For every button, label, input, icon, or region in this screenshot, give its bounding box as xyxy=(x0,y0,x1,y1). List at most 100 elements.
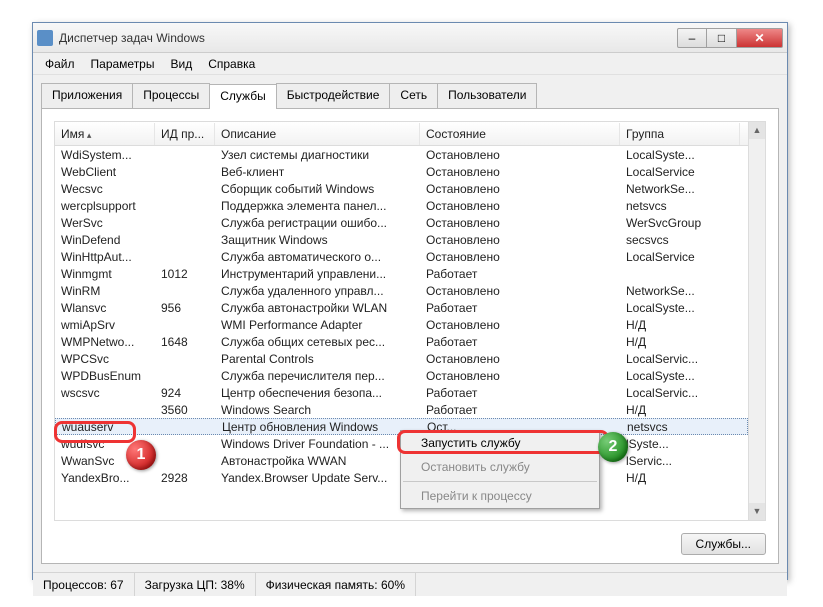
cell-state: Остановлено xyxy=(420,318,620,332)
context-goto-process[interactable]: Перейти к процессу xyxy=(401,484,599,508)
cell-pid: 1648 xyxy=(155,335,215,349)
table-row[interactable]: WinDefendЗащитник WindowsОстановленоsecs… xyxy=(55,231,748,248)
cell-group: netsvcs xyxy=(620,199,740,213)
cell-name: Wlansvc xyxy=(55,301,155,315)
tab-processes[interactable]: Процессы xyxy=(132,83,210,108)
tab-users[interactable]: Пользователи xyxy=(437,83,537,108)
cell-group: lSyste... xyxy=(620,437,740,451)
tab-network[interactable]: Сеть xyxy=(389,83,438,108)
cell-desc: Центр обеспечения безопа... xyxy=(215,386,420,400)
cell-state: Остановлено xyxy=(420,165,620,179)
cell-pid: 2928 xyxy=(155,471,215,485)
cell-state: Остановлено xyxy=(420,250,620,264)
statusbar: Процессов: 67 Загрузка ЦП: 38% Физическа… xyxy=(33,572,787,596)
cell-desc: Центр обновления Windows xyxy=(216,420,421,434)
cell-name: WinRM xyxy=(55,284,155,298)
menubar: Файл Параметры Вид Справка xyxy=(33,53,787,75)
cell-desc: Служба перечислителя пер... xyxy=(215,369,420,383)
status-cpu: Загрузка ЦП: 38% xyxy=(135,573,256,596)
status-processes: Процессов: 67 xyxy=(33,573,135,596)
context-start-service[interactable]: Запустить службу xyxy=(401,431,599,455)
table-row[interactable]: 3560Windows SearchРаботаетН/Д xyxy=(55,401,748,418)
context-stop-service[interactable]: Остановить службу xyxy=(401,455,599,479)
app-icon xyxy=(37,30,53,46)
table-row[interactable]: WdiSystem...Узел системы диагностикиОста… xyxy=(55,146,748,163)
table-row[interactable]: WMPNetwo...1648Служба общих сетевых рес.… xyxy=(55,333,748,350)
cell-desc: Автонастройка WWAN xyxy=(215,454,420,468)
cell-state: Работает xyxy=(420,335,620,349)
cell-group: LocalService xyxy=(620,250,740,264)
table-row[interactable]: Winmgmt1012Инструментарий управлени...Ра… xyxy=(55,265,748,282)
scroll-down-icon[interactable]: ▼ xyxy=(749,503,765,520)
cell-pid: 3560 xyxy=(155,403,215,417)
cell-desc: Служба автонастройки WLAN xyxy=(215,301,420,315)
cell-desc: Служба регистрации ошибо... xyxy=(215,216,420,230)
cell-state: Остановлено xyxy=(420,352,620,366)
cell-group: LocalSyste... xyxy=(620,301,740,315)
cell-desc: Поддержка элемента панел... xyxy=(215,199,420,213)
cell-pid: 924 xyxy=(155,386,215,400)
window-title: Диспетчер задач Windows xyxy=(59,31,677,45)
menu-options[interactable]: Параметры xyxy=(83,55,163,73)
titlebar[interactable]: Диспетчер задач Windows – □ ✕ xyxy=(33,23,787,53)
services-button[interactable]: Службы... xyxy=(681,533,766,555)
table-row[interactable]: WebClientВеб-клиентОстановленоLocalServi… xyxy=(55,163,748,180)
table-row[interactable]: wmiApSrvWMI Performance AdapterОстановле… xyxy=(55,316,748,333)
col-header-state[interactable]: Состояние xyxy=(420,123,620,145)
cell-desc: Служба удаленного управл... xyxy=(215,284,420,298)
cell-name: WdiSystem... xyxy=(55,148,155,162)
annotation-badge-2: 2 xyxy=(598,432,628,462)
cell-state: Остановлено xyxy=(420,148,620,162)
table-row[interactable]: WecsvcСборщик событий WindowsОстановлено… xyxy=(55,180,748,197)
cell-state: Работает xyxy=(420,386,620,400)
cell-group: LocalServic... xyxy=(620,352,740,366)
scroll-up-icon[interactable]: ▲ xyxy=(749,122,765,139)
cell-group: netsvcs xyxy=(621,420,741,434)
table-row[interactable]: wscsvc924Центр обеспечения безопа...Рабо… xyxy=(55,384,748,401)
cell-state: Работает xyxy=(420,301,620,315)
tab-applications[interactable]: Приложения xyxy=(41,83,133,108)
table-row[interactable]: WPCSvcParental ControlsОстановленоLocalS… xyxy=(55,350,748,367)
cell-name: WPCSvc xyxy=(55,352,155,366)
table-row[interactable]: wercplsupportПоддержка элемента панел...… xyxy=(55,197,748,214)
cell-group: Н/Д xyxy=(620,335,740,349)
minimize-button[interactable]: – xyxy=(677,28,707,48)
cell-desc: Инструментарий управлени... xyxy=(215,267,420,281)
col-header-description[interactable]: Описание xyxy=(215,123,420,145)
cell-state: Остановлено xyxy=(420,199,620,213)
table-row[interactable]: WPDBusEnumСлужба перечислителя пер...Ост… xyxy=(55,367,748,384)
cell-group: LocalSyste... xyxy=(620,148,740,162)
table-row[interactable]: WinHttpAut...Служба автоматического о...… xyxy=(55,248,748,265)
tab-performance[interactable]: Быстродействие xyxy=(276,83,391,108)
cell-name: YandexBro... xyxy=(55,471,155,485)
table-row[interactable]: WinRMСлужба удаленного управл...Остановл… xyxy=(55,282,748,299)
col-header-group[interactable]: Группа xyxy=(620,123,740,145)
cell-group: WerSvcGroup xyxy=(620,216,740,230)
menu-file[interactable]: Файл xyxy=(37,55,83,73)
cell-name: Winmgmt xyxy=(55,267,155,281)
cell-desc: Сборщик событий Windows xyxy=(215,182,420,196)
cell-group: Н/Д xyxy=(620,318,740,332)
tab-services[interactable]: Службы xyxy=(209,84,276,109)
cell-state: Остановлено xyxy=(420,233,620,247)
vertical-scrollbar[interactable]: ▲ ▼ xyxy=(748,122,765,520)
cell-name: Wecsvc xyxy=(55,182,155,196)
close-button[interactable]: ✕ xyxy=(737,28,783,48)
cell-desc: Защитник Windows xyxy=(215,233,420,247)
cell-state: Работает xyxy=(420,403,620,417)
cell-group: NetworkSe... xyxy=(620,182,740,196)
table-row[interactable]: Wlansvc956Служба автонастройки WLANРабот… xyxy=(55,299,748,316)
cell-name: wuauserv xyxy=(56,420,156,434)
cell-state: Работает xyxy=(420,267,620,281)
col-header-name[interactable]: Имя xyxy=(55,123,155,145)
menu-view[interactable]: Вид xyxy=(162,55,200,73)
col-header-pid[interactable]: ИД пр... xyxy=(155,123,215,145)
cell-desc: Служба автоматического о... xyxy=(215,250,420,264)
maximize-button[interactable]: □ xyxy=(707,28,737,48)
cell-desc: Windows Search xyxy=(215,403,420,417)
cell-name: wscsvc xyxy=(55,386,155,400)
cell-name: wmiApSrv xyxy=(55,318,155,332)
cell-name: WerSvc xyxy=(55,216,155,230)
menu-help[interactable]: Справка xyxy=(200,55,263,73)
table-row[interactable]: WerSvcСлужба регистрации ошибо...Останов… xyxy=(55,214,748,231)
